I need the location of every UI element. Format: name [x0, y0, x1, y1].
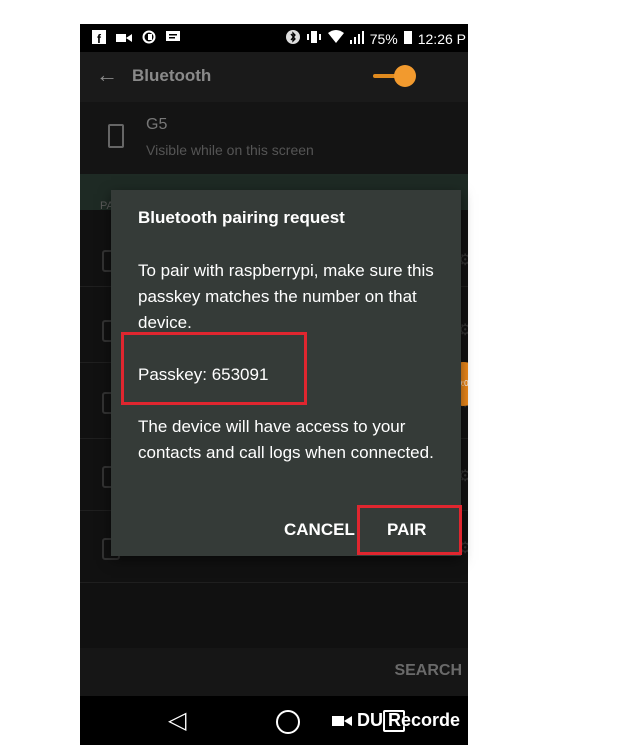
search-bar: SEARCH — [80, 648, 468, 696]
more-options-icon[interactable]: ⋮ — [460, 56, 468, 78]
signal-icon — [349, 30, 364, 47]
bluetooth-toggle[interactable] — [394, 65, 416, 87]
nav-home-icon[interactable] — [276, 710, 300, 734]
camera-icon — [332, 716, 352, 727]
dialog-title: Bluetooth pairing request — [138, 208, 345, 227]
status-left-icons: f — [92, 30, 180, 47]
status-bar: f 75% 12:26 P — [80, 24, 468, 52]
status-right-icons: 75% 12:26 P — [285, 30, 466, 47]
vibrate-icon — [306, 30, 322, 47]
wifi-icon — [327, 30, 344, 47]
bluetooth-status-icon — [285, 30, 300, 47]
dialog-message: To pair with raspberrypi, make sure this… — [138, 261, 434, 332]
facebook-icon: f — [92, 30, 106, 47]
clock: 12:26 P — [417, 30, 466, 47]
this-device-row[interactable]: G5 Visible while on this screen — [80, 102, 468, 174]
device-name: G5 — [146, 116, 168, 133]
sync-icon — [142, 30, 156, 47]
message-icon — [166, 30, 180, 47]
back-arrow-icon[interactable]: ← — [96, 62, 118, 88]
recorder-label: DU Recorde — [357, 710, 461, 730]
cancel-button[interactable]: CANCEL — [284, 520, 355, 540]
page-title: Bluetooth — [132, 66, 212, 85]
device-visibility: Visible while on this screen — [146, 142, 314, 158]
nav-back-icon[interactable]: ◁ — [168, 706, 186, 735]
navigation-bar: ◁ DU Recorde — [80, 696, 468, 745]
search-button[interactable]: SEARCH — [394, 662, 462, 680]
pair-highlight-box — [357, 505, 462, 555]
phone-icon — [108, 124, 124, 148]
video-icon — [116, 31, 132, 47]
battery-percent: 75% — [369, 30, 398, 47]
passkey-highlight-box — [121, 332, 307, 405]
access-note: The device will have access to your cont… — [138, 417, 434, 462]
recorder-watermark: DU Recorde — [332, 710, 460, 731]
battery-icon — [403, 30, 412, 47]
app-bar: ← Bluetooth ⋮ — [80, 52, 468, 102]
